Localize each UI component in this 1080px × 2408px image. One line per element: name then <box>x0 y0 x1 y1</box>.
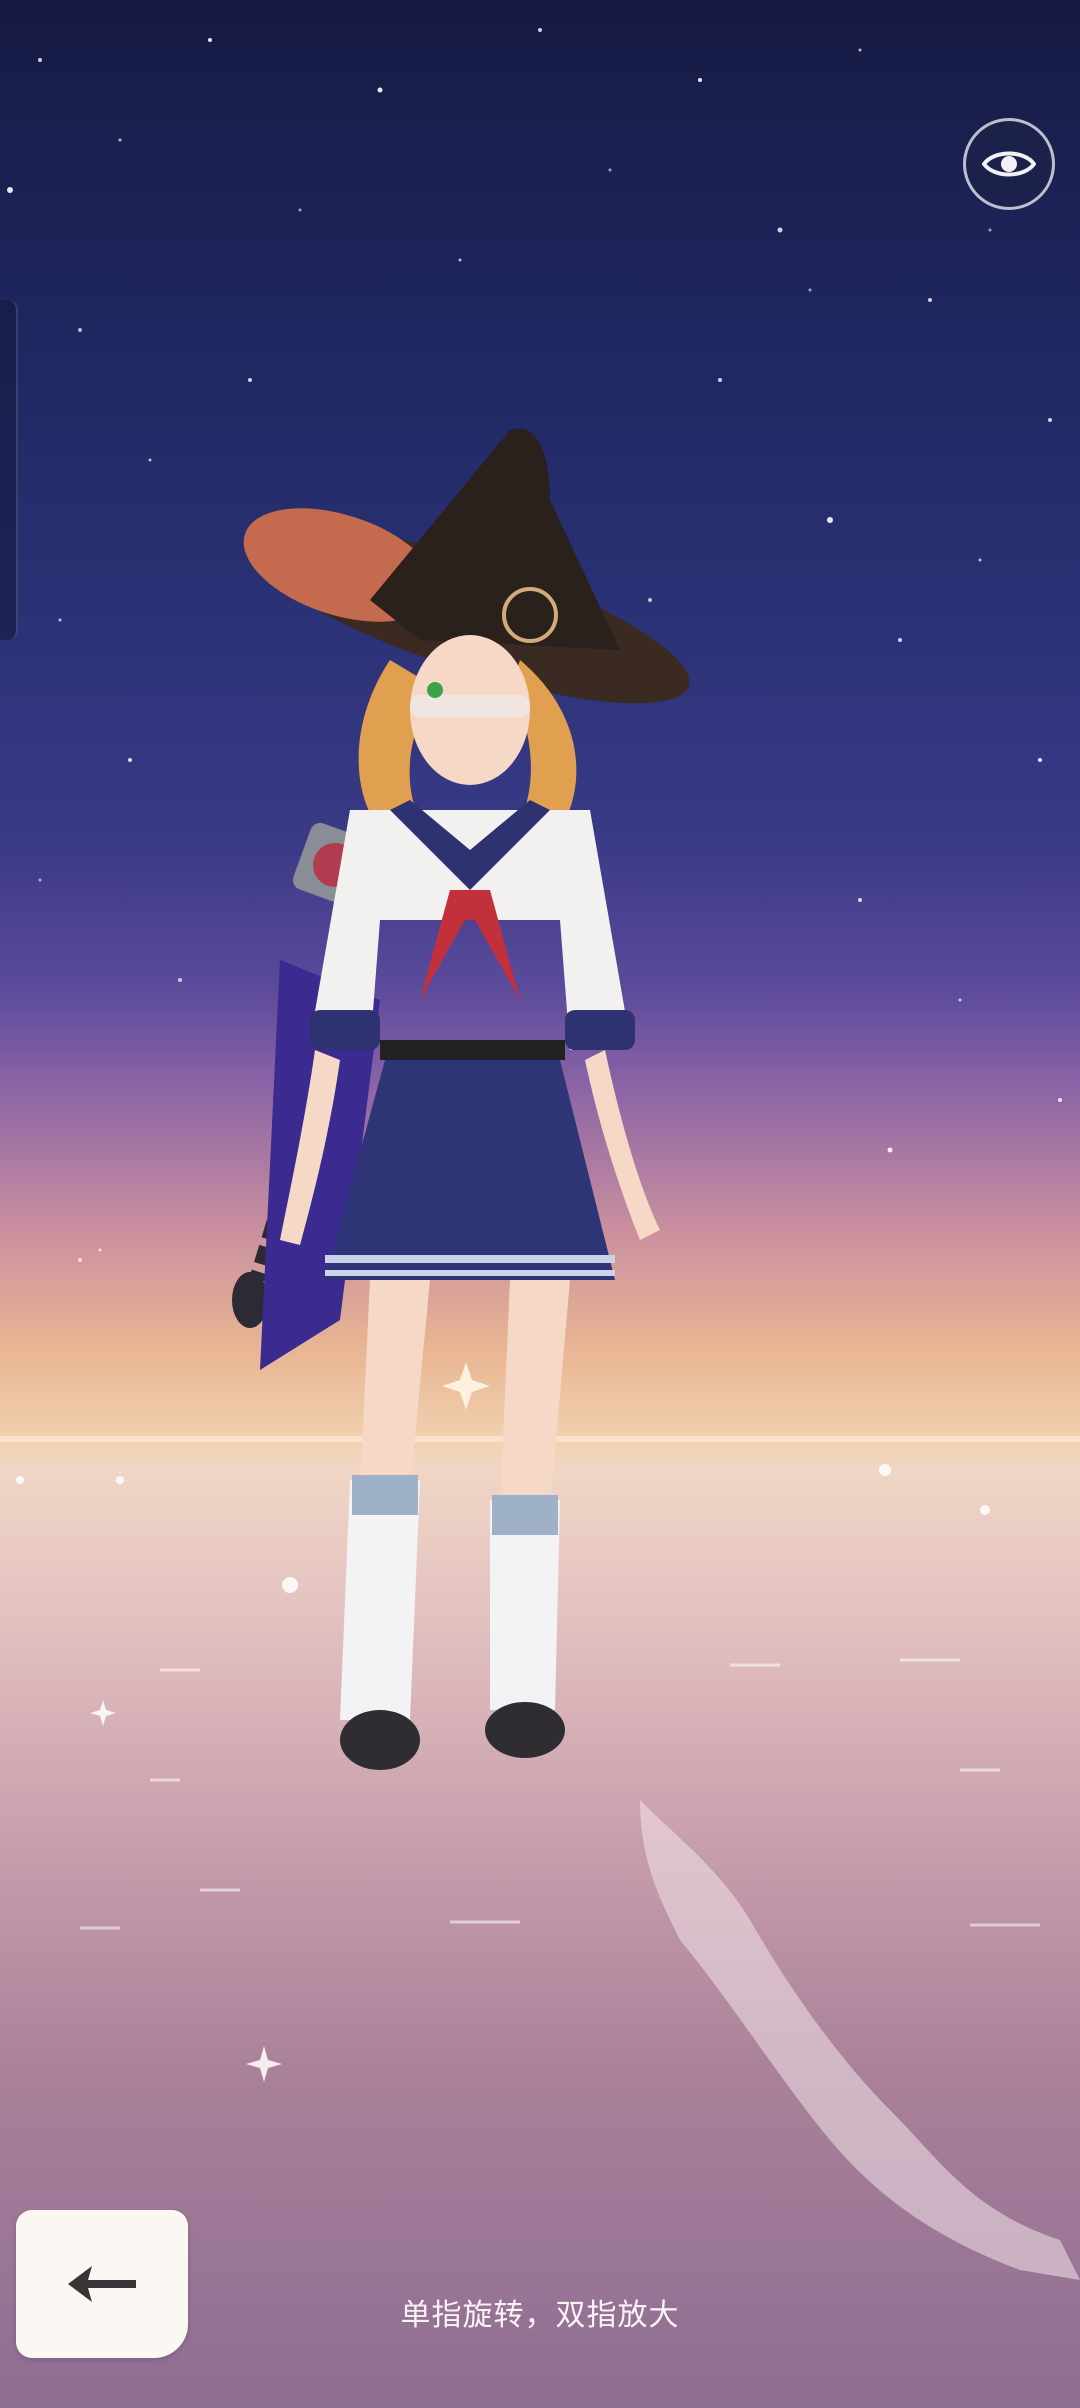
side-panel-handle[interactable] <box>0 300 18 640</box>
sailor-top <box>310 800 635 1060</box>
character-reflection <box>640 1800 1080 2280</box>
character-avatar[interactable] <box>220 400 820 1820</box>
gesture-hint-text: 单指旋转，双指放大 <box>400 2298 680 2333</box>
back-button[interactable] <box>16 2210 188 2358</box>
eye-toggle-button[interactable] <box>963 118 1055 210</box>
eye-icon <box>982 151 1036 177</box>
outfit-preview-screen[interactable]: 单指旋转，双指放大 <box>0 0 1080 2408</box>
pleated-skirt <box>325 1060 615 1280</box>
